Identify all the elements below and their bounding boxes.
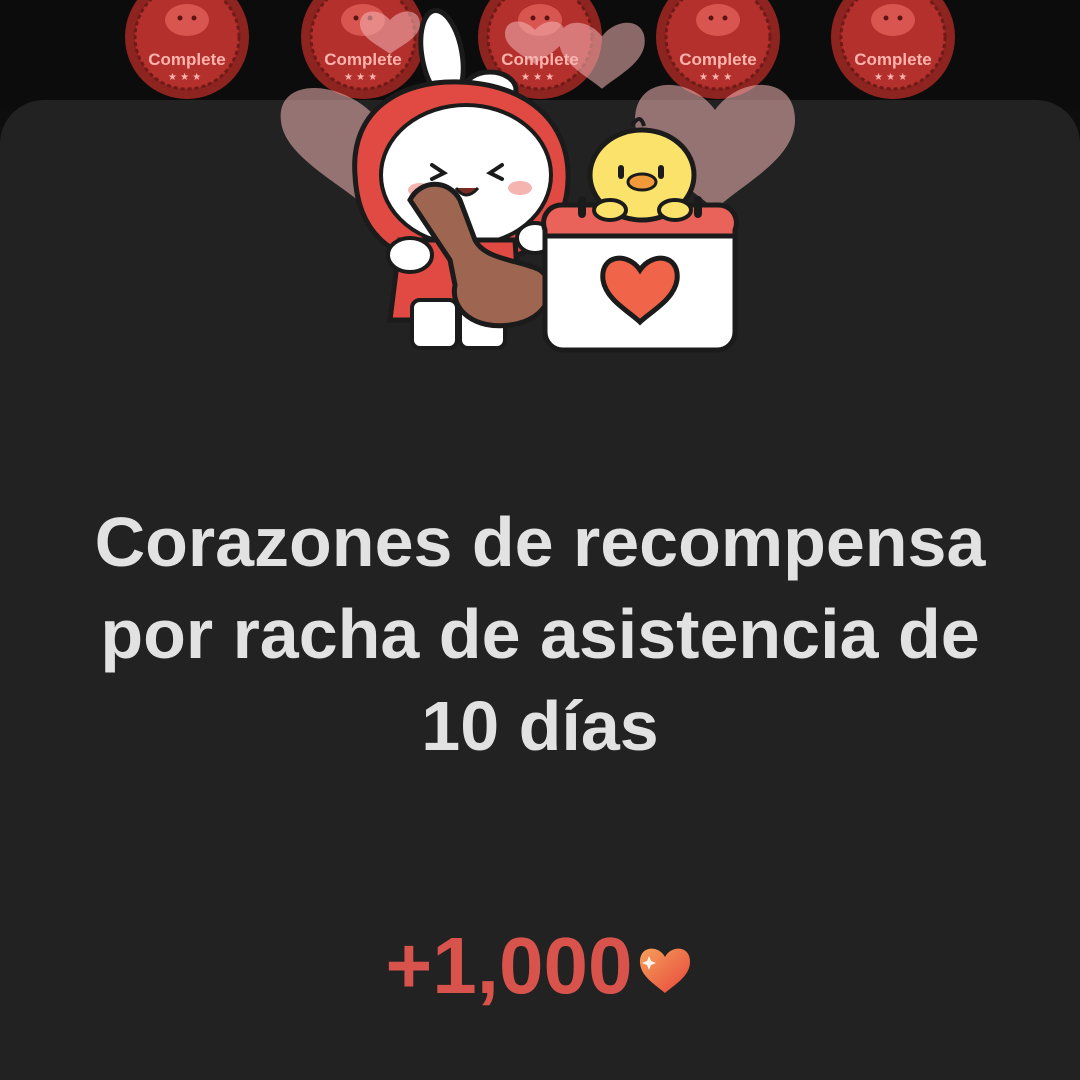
- svg-text:★ ★ ★: ★ ★ ★: [874, 72, 907, 83]
- stamp-label: Complete: [854, 50, 932, 69]
- heart-icon: [640, 948, 691, 993]
- reward-title: Corazones de recompensa por racha de asi…: [94, 503, 986, 765]
- reward-screen: ★ ★ ★ Complete ★ ★ ★ Complete ★ ★ ★ Com: [0, 0, 1080, 1080]
- complete-badge-icon: ★ ★ ★ Complete: [818, 0, 968, 102]
- reward-amount-row: +1,000: [0, 918, 1080, 1014]
- svg-text:★ ★ ★: ★ ★ ★: [168, 72, 201, 83]
- complete-badge-icon: ★ ★ ★ Complete: [112, 0, 262, 102]
- attendance-illustration: [270, 0, 810, 360]
- illustration-art: [280, 8, 795, 353]
- stamp-label: Complete: [148, 50, 226, 69]
- reward-amount: +1,000: [385, 921, 633, 1010]
